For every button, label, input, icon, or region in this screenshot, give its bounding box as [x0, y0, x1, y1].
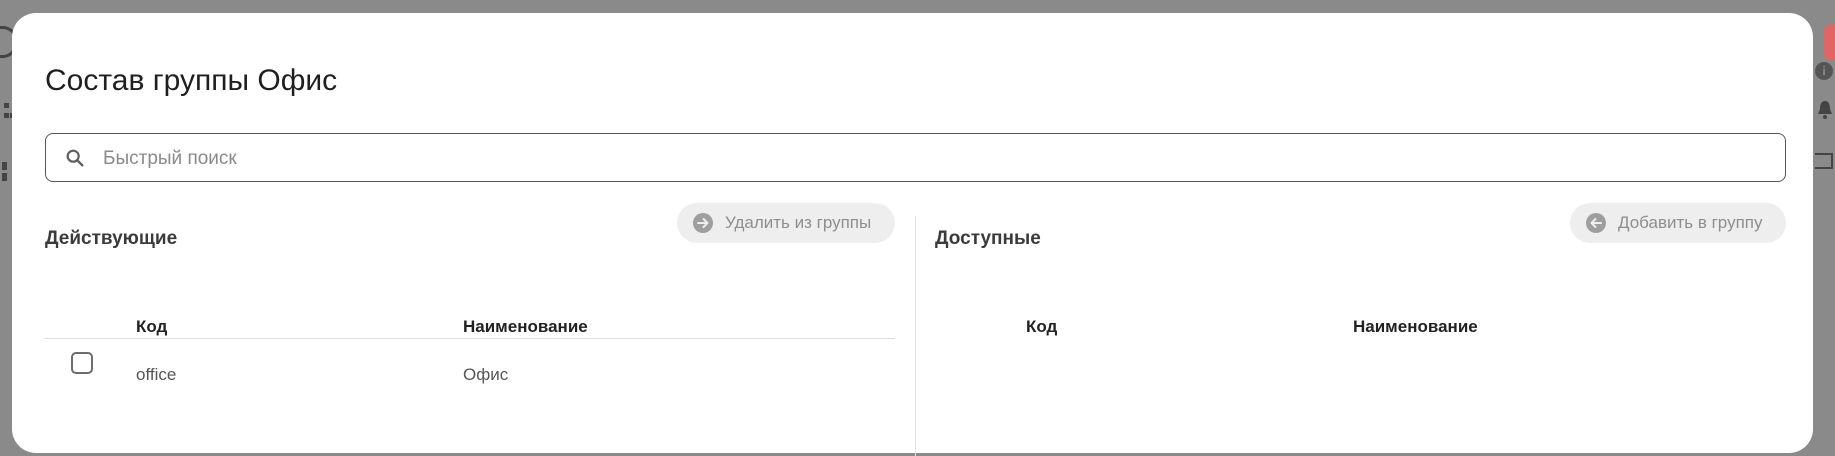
- active-col-code[interactable]: Код: [136, 317, 167, 337]
- background-bell-icon: [1818, 101, 1832, 119]
- background-red-button: [1823, 24, 1835, 60]
- dialog-title: Состав группы Офис: [45, 64, 338, 97]
- arrow-right-circle-icon: [693, 213, 713, 233]
- active-col-name[interactable]: Наименование: [463, 317, 588, 337]
- panels-divider: [915, 216, 916, 456]
- search-icon: [66, 149, 84, 167]
- row-checkbox[interactable]: [71, 352, 93, 374]
- search-input[interactable]: [101, 143, 1755, 175]
- group-members-dialog: Состав группы Офис Действующие Удалить и…: [12, 13, 1813, 456]
- background-logout-icon: [1815, 153, 1833, 169]
- row-code: office: [136, 365, 177, 384]
- row-name: Офис: [463, 365, 509, 384]
- remove-from-group-label: Удалить из группы: [725, 213, 872, 232]
- arrow-left-circle-icon: [1586, 213, 1606, 233]
- active-table-header-divider: [45, 338, 895, 339]
- add-to-group-button[interactable]: Добавить в группу: [1570, 203, 1786, 243]
- add-to-group-label: Добавить в группу: [1618, 213, 1763, 232]
- background-info-icon: i: [1815, 62, 1833, 80]
- available-col-code[interactable]: Код: [1026, 317, 1057, 337]
- available-panel-title: Доступные: [935, 228, 1041, 249]
- available-col-name[interactable]: Наименование: [1353, 317, 1478, 337]
- quick-search: [45, 133, 1786, 182]
- remove-from-group-button[interactable]: Удалить из группы: [677, 203, 895, 243]
- active-panel-title: Действующие: [45, 228, 178, 249]
